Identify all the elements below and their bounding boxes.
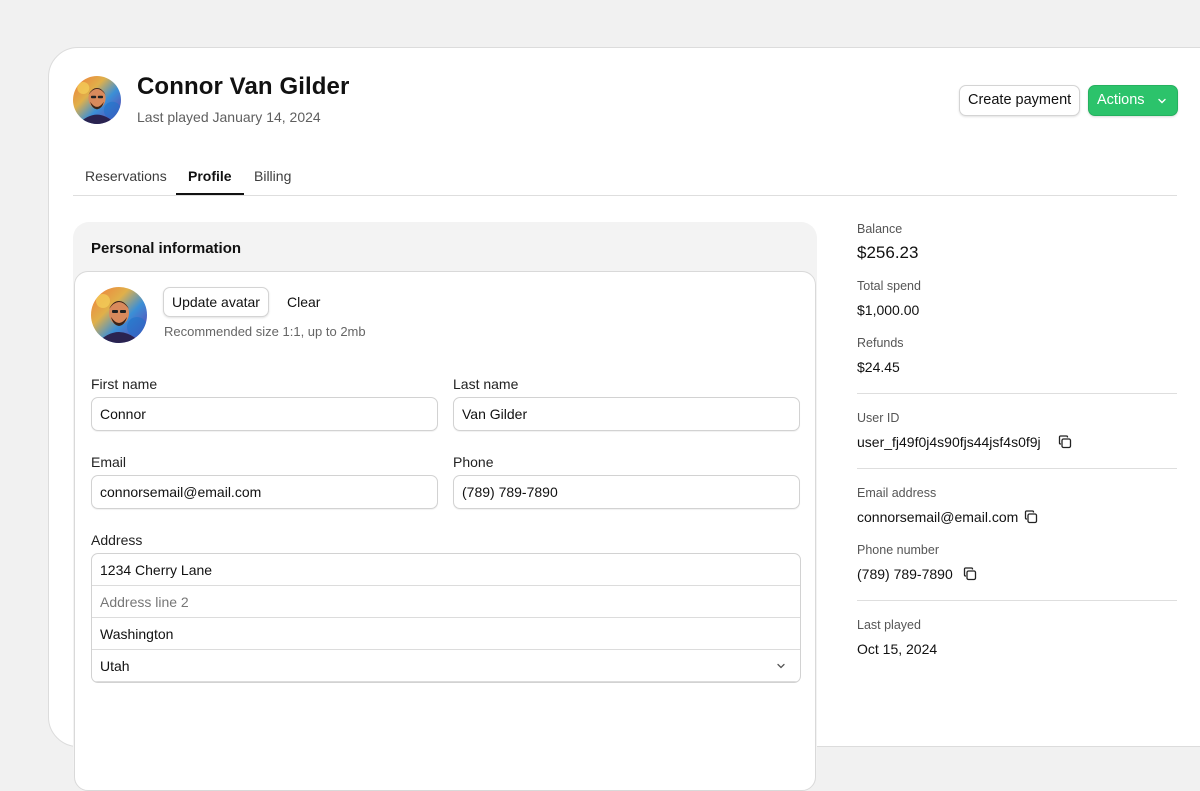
first-name-label: First name <box>91 376 158 392</box>
city-field[interactable]: Washington <box>92 618 800 650</box>
email-address-label: Email address <box>857 486 937 500</box>
last-played-subtitle: Last played January 14, 2024 <box>137 109 321 125</box>
copy-icon[interactable] <box>963 567 977 581</box>
actions-button[interactable]: Actions <box>1088 85 1178 116</box>
address-group: 1234 Cherry Lane Address line 2 Washingt… <box>91 553 801 683</box>
email-address-value: connorsemail@email.com <box>857 509 1019 525</box>
total-spend-value: $1,000.00 <box>857 302 920 318</box>
phone-label: Phone <box>453 454 494 470</box>
tab-profile[interactable]: Profile <box>176 167 244 195</box>
total-spend-label: Total spend <box>857 279 921 293</box>
page-title: Connor Van Gilder <box>137 73 350 100</box>
copy-icon[interactable] <box>1058 435 1072 449</box>
address-line2-field[interactable]: Address line 2 <box>92 586 800 618</box>
divider <box>857 393 1177 394</box>
avatar <box>73 76 121 124</box>
user-id-label: User ID <box>857 411 900 425</box>
email-label: Email <box>91 454 127 470</box>
profile-card: Connor Van Gilder Last played January 14… <box>48 47 1200 791</box>
email-field[interactable] <box>91 475 438 509</box>
first-name-field[interactable] <box>91 397 438 431</box>
balance-value: $256.23 <box>857 243 919 262</box>
address-line1-field[interactable]: 1234 Cherry Lane <box>92 554 800 586</box>
update-avatar-button[interactable]: Update avatar <box>163 287 269 317</box>
state-value: Utah <box>100 658 130 674</box>
state-select[interactable]: Utah <box>92 650 800 682</box>
refunds-label: Refunds <box>857 336 904 350</box>
divider <box>857 600 1177 601</box>
user-id-value: user_fj49f0j4s90fjs44jsf4s0f9j <box>857 434 1041 450</box>
copy-icon[interactable] <box>1024 510 1038 524</box>
section-title: Personal information <box>91 240 242 257</box>
tab-bar: Reservations Profile Billing <box>73 159 1177 196</box>
last-played-label: Last played <box>857 618 921 632</box>
phone-field[interactable] <box>453 475 800 509</box>
personal-information-panel: Personal information Update avatar Clear… <box>73 222 817 791</box>
tab-billing[interactable]: Billing <box>242 167 303 195</box>
last-played-value: Oct 15, 2024 <box>857 641 938 657</box>
actions-button-label: Actions <box>1097 92 1145 108</box>
refunds-value: $24.45 <box>857 359 900 375</box>
address-label: Address <box>91 532 143 548</box>
divider <box>857 468 1177 469</box>
avatar-size-hint: Recommended size 1:1, up to 2mb <box>164 324 366 339</box>
chevron-down-icon <box>777 663 785 669</box>
last-name-field[interactable] <box>453 397 800 431</box>
phone-number-label: Phone number <box>857 543 940 557</box>
personal-information-form: Update avatar Clear Recommended size 1:1… <box>74 271 816 791</box>
create-payment-button[interactable]: Create payment <box>959 85 1081 116</box>
chevron-down-icon <box>1158 98 1166 104</box>
balance-label: Balance <box>857 222 903 236</box>
clear-avatar-button[interactable]: Clear <box>287 287 320 317</box>
avatar <box>91 287 147 343</box>
tab-reservations[interactable]: Reservations <box>73 167 179 195</box>
phone-number-value: (789) 789-7890 <box>857 566 953 582</box>
last-name-label: Last name <box>453 376 519 392</box>
